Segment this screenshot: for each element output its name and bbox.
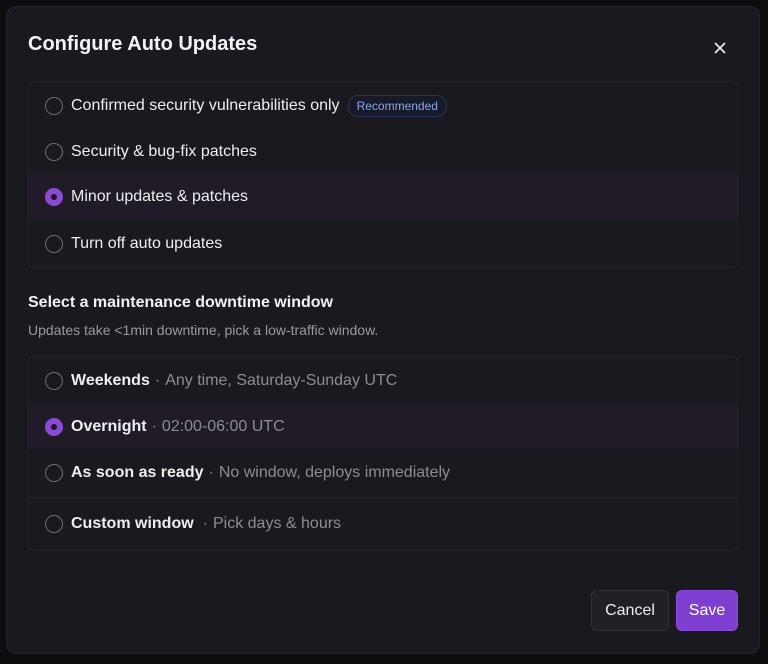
cancel-button[interactable]: Cancel bbox=[591, 590, 669, 631]
radio-minor-updates[interactable] bbox=[45, 188, 63, 206]
radio-custom-window[interactable] bbox=[45, 515, 63, 533]
maintenance-section-title: Select a maintenance downtime window bbox=[28, 294, 333, 311]
option-label: Overnight bbox=[71, 418, 147, 435]
option-label: Confirmed security vulnerabilities only bbox=[71, 96, 340, 114]
radio-overnight[interactable] bbox=[45, 418, 63, 436]
option-description: 02:00-06:00 UTC bbox=[161, 418, 285, 435]
option-custom-window[interactable]: Custom window · Pick days & hours bbox=[29, 497, 737, 550]
radio-turn-off[interactable] bbox=[45, 234, 63, 253]
separator-dot: · bbox=[151, 418, 157, 435]
option-label: Minor updates & patches bbox=[71, 188, 248, 205]
separator-dot: · bbox=[202, 515, 208, 532]
option-turn-off[interactable]: Turn off auto updates bbox=[29, 220, 737, 267]
option-label: Custom window bbox=[71, 515, 194, 532]
save-button[interactable]: Save bbox=[676, 590, 738, 631]
close-button[interactable] bbox=[707, 35, 733, 61]
option-description: Any time, Saturday-Sunday UTC bbox=[165, 372, 398, 389]
radio-weekends[interactable] bbox=[45, 372, 63, 390]
separator-dot: · bbox=[208, 464, 214, 481]
option-label: Turn off auto updates bbox=[71, 234, 223, 252]
radio-security-bugfix[interactable] bbox=[45, 142, 63, 161]
option-weekends[interactable]: Weekends · Any time, Saturday-Sunday UTC bbox=[29, 357, 737, 405]
option-security-bugfix[interactable]: Security & bug-fix patches bbox=[29, 129, 737, 174]
dialog-title: Configure Auto Updates bbox=[28, 33, 258, 55]
option-minor-updates[interactable]: Minor updates & patches bbox=[29, 174, 737, 220]
configure-auto-updates-dialog: Configure Auto Updates Confirmed securit… bbox=[6, 6, 760, 654]
option-label: Weekends bbox=[71, 372, 150, 389]
update-policy-radio-group: Confirmed security vulnerabilities only … bbox=[28, 81, 738, 268]
recommended-badge: Recommended bbox=[347, 94, 447, 117]
separator-dot: · bbox=[154, 372, 161, 389]
option-security-only[interactable]: Confirmed security vulnerabilities only … bbox=[29, 82, 737, 129]
maintenance-window-radio-group: Weekends · Any time, Saturday-Sunday UTC… bbox=[28, 356, 738, 551]
radio-security-only[interactable] bbox=[45, 96, 63, 115]
option-asap[interactable]: As soon as ready · No window, deploys im… bbox=[29, 449, 737, 497]
option-overnight[interactable]: Overnight · 02:00-06:00 UTC bbox=[29, 405, 737, 449]
option-label: As soon as ready bbox=[71, 464, 204, 481]
option-label: Security & bug-fix patches bbox=[71, 142, 257, 160]
radio-asap[interactable] bbox=[45, 464, 63, 482]
option-description: Pick days & hours bbox=[212, 515, 342, 532]
option-description: No window, deploys immediately bbox=[218, 464, 451, 481]
maintenance-section-subtitle: Updates take <1min downtime, pick a low-… bbox=[28, 322, 379, 338]
close-icon bbox=[714, 42, 726, 54]
